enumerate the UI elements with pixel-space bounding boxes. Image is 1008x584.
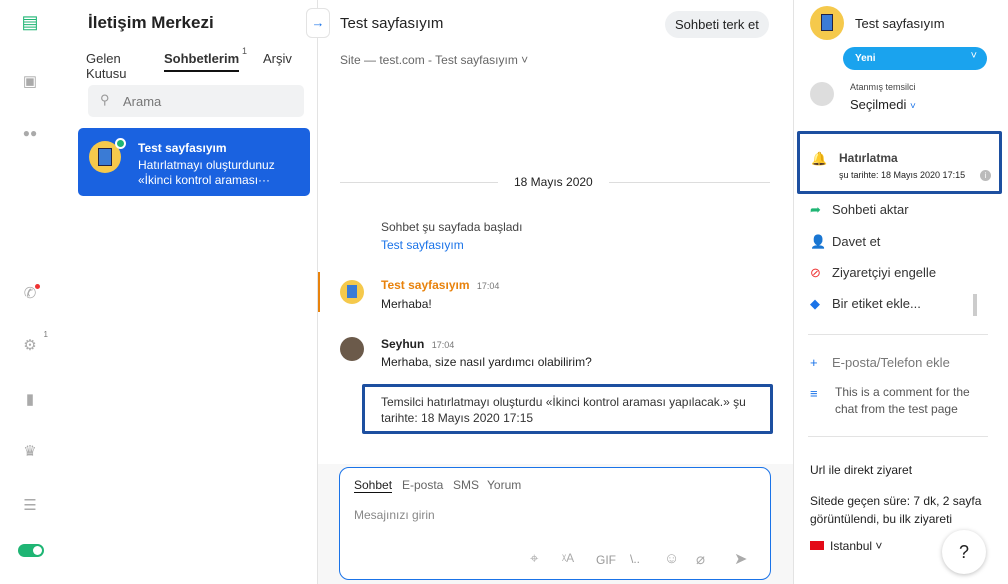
conversation-list-panel: İletişim Merkezi Gelen Kutusu Sohbetleri… bbox=[60, 0, 318, 584]
message-author: Seyhun bbox=[381, 337, 425, 351]
message-text: Merhaba! bbox=[381, 297, 432, 311]
team-icon[interactable]: ●● bbox=[20, 126, 40, 146]
forward-arrow-icon: ➦ bbox=[810, 202, 821, 217]
nav-rail: ▤ ▣ ●● ✆ ⚙ 1 ▮ ♛ ☰ bbox=[0, 0, 60, 584]
block-icon: ⊘ bbox=[810, 265, 821, 280]
visitor-comment[interactable]: This is a comment for the chat from the … bbox=[835, 384, 985, 418]
add-tag-action[interactable]: ◆ Bir etiket ekle... bbox=[810, 296, 921, 312]
gif-button[interactable]: GIF bbox=[596, 553, 616, 567]
visitor-avatar bbox=[810, 6, 844, 40]
expand-arrow-icon[interactable]: → bbox=[306, 8, 330, 38]
assigned-dropdown[interactable]: Seçilmedi ˅ bbox=[850, 97, 916, 112]
started-page-link[interactable]: Test sayfasıyım bbox=[381, 238, 464, 252]
message-time: 17:04 bbox=[476, 281, 500, 291]
conversation-preview-2: «İkinci kontrol araması··· bbox=[138, 173, 271, 187]
invite-action[interactable]: 👤 Davet et bbox=[810, 234, 880, 250]
visitor-name: Test sayfasıyım bbox=[855, 16, 945, 31]
crosshair-icon[interactable]: ⌖ bbox=[530, 550, 538, 567]
add-contact-button[interactable]: + E-posta/Telefon ekle bbox=[810, 355, 950, 370]
site-dropdown[interactable]: Site — test.com - Test sayfasıyım ˅ bbox=[340, 53, 528, 67]
add-person-icon: 👤 bbox=[810, 234, 827, 249]
crown-icon[interactable]: ♛ bbox=[20, 442, 40, 462]
action-label: Bir etiket ekle... bbox=[832, 296, 921, 311]
chat-started-text: Sohbet şu sayfada başladı bbox=[381, 220, 523, 234]
bell-icon: 🔔 bbox=[811, 151, 828, 166]
conversation-preview: Hatırlatmayı oluşturdunuz bbox=[138, 158, 275, 172]
divider bbox=[808, 436, 988, 437]
composer-tab-email[interactable]: E-posta bbox=[402, 478, 443, 492]
reminder-system-note: Temsilci hatırlatmayı oluşturdu «İkinci … bbox=[362, 384, 773, 434]
send-icon[interactable]: ➤ bbox=[734, 549, 747, 569]
visitor-avatar bbox=[340, 280, 364, 304]
city: Istanbul bbox=[830, 539, 873, 553]
chats-icon[interactable]: ▤ bbox=[20, 12, 40, 32]
agent-avatar-placeholder bbox=[810, 82, 834, 106]
search-input[interactable]: ⚲ Arama bbox=[88, 85, 304, 117]
composer-tab-chat[interactable]: Sohbet bbox=[354, 478, 393, 493]
turkey-flag-icon bbox=[810, 541, 824, 550]
online-toggle[interactable] bbox=[18, 544, 44, 557]
canned-response-button[interactable]: \.. bbox=[630, 552, 640, 566]
tab-archive[interactable]: Arşiv bbox=[263, 51, 292, 66]
location: Istanbul ˅ bbox=[810, 539, 882, 553]
scrollbar[interactable] bbox=[973, 294, 977, 316]
tab-label: Sohbetlerim bbox=[164, 51, 240, 66]
conversation-name: Test sayfasıyım bbox=[138, 141, 227, 155]
message-text: Merhaba, size nasıl yardımcı olabilirim? bbox=[381, 355, 592, 369]
visit-type: Url ile direkt ziyaret bbox=[810, 463, 913, 477]
tag-icon: ◆ bbox=[810, 296, 820, 311]
tab-my-chats[interactable]: Sohbetlerim bbox=[164, 51, 240, 72]
info-icon[interactable]: i bbox=[980, 170, 991, 181]
action-label: Sohbeti aktar bbox=[832, 202, 909, 217]
message-input[interactable]: Mesajınızı girin bbox=[354, 508, 435, 522]
chat-main: → Test sayfasıyım Sohbeti terk et Site —… bbox=[306, 0, 793, 584]
tractor-icon[interactable]: ⚙ 1 bbox=[20, 330, 48, 356]
status-dropdown[interactable]: Yeni ˅ bbox=[843, 47, 987, 70]
search-icon: ⚲ bbox=[100, 92, 110, 107]
phone-icon[interactable]: ✆ bbox=[20, 284, 40, 304]
action-label: Ziyaretçiyi engelle bbox=[832, 265, 937, 280]
conversation-item[interactable]: Test sayfasıyım Hatırlatmayı oluşturdunu… bbox=[78, 128, 310, 196]
agent-avatar bbox=[340, 337, 364, 361]
contacts-icon[interactable]: ▣ bbox=[20, 72, 40, 92]
translate-icon[interactable]: ᵡA bbox=[562, 551, 574, 565]
comment-icon: ≡ bbox=[810, 386, 818, 401]
details-panel: Test sayfasıyım Yeni ˅ Atanmış temsilci S… bbox=[793, 0, 1008, 584]
status-value: Yeni bbox=[855, 53, 876, 64]
divider bbox=[808, 334, 988, 335]
site-label: Site — test.com - Test sayfasıyım bbox=[340, 53, 518, 67]
search-placeholder: Arama bbox=[123, 94, 162, 109]
action-label: Davet et bbox=[832, 234, 881, 249]
app-title: İletişim Merkezi bbox=[88, 13, 214, 32]
reminder-title: Hatırlatma bbox=[839, 151, 898, 165]
tab-inbox[interactable]: Gelen Kutusu bbox=[86, 51, 136, 81]
stats-icon[interactable]: ▮ bbox=[20, 390, 40, 410]
message-time: 17:04 bbox=[431, 340, 455, 350]
help-button[interactable]: ? bbox=[942, 530, 986, 574]
composer-tab-comment[interactable]: Yorum bbox=[487, 478, 521, 492]
visit-info: Sitede geçen süre: 7 dk, 2 sayfa görüntü… bbox=[810, 494, 982, 526]
composer: Sohbet E-posta SMS Yorum Mesajınızı giri… bbox=[339, 467, 771, 580]
tab-badge: 1 bbox=[242, 46, 248, 56]
date-separator: 18 Mayıs 2020 bbox=[498, 175, 609, 189]
settings-sliders-icon[interactable]: ☰ bbox=[20, 496, 40, 516]
reminder-date: şu tarihte: 18 Mayıs 2020 17:15 bbox=[839, 170, 966, 180]
leave-chat-button[interactable]: Sohbeti terk et bbox=[665, 11, 769, 38]
avatar bbox=[89, 138, 126, 173]
block-visitor-action[interactable]: ⊘ Ziyaretçiyi engelle bbox=[810, 265, 936, 281]
composer-tab-sms[interactable]: SMS bbox=[453, 478, 479, 492]
message-author: Test sayfasıyım bbox=[381, 278, 470, 292]
plus-icon: + bbox=[810, 355, 818, 370]
transfer-chat-action[interactable]: ➦ Sohbeti aktar bbox=[810, 202, 909, 218]
chevron-down-icon: ˅ bbox=[970, 50, 977, 62]
unread-marker bbox=[318, 272, 320, 312]
chat-title: Test sayfasıyım bbox=[340, 15, 444, 32]
reminder-card[interactable]: 🔔 Hatırlatma şu tarihte: 18 Mayıs 2020 1… bbox=[797, 131, 1002, 194]
assigned-label: Atanmış temsilci bbox=[850, 82, 916, 92]
attach-icon[interactable]: ⌀ bbox=[696, 550, 705, 568]
assigned-value: Seçilmedi bbox=[850, 97, 907, 112]
emoji-icon[interactable]: ☺ bbox=[664, 550, 679, 567]
action-label: E-posta/Telefon ekle bbox=[832, 355, 950, 370]
